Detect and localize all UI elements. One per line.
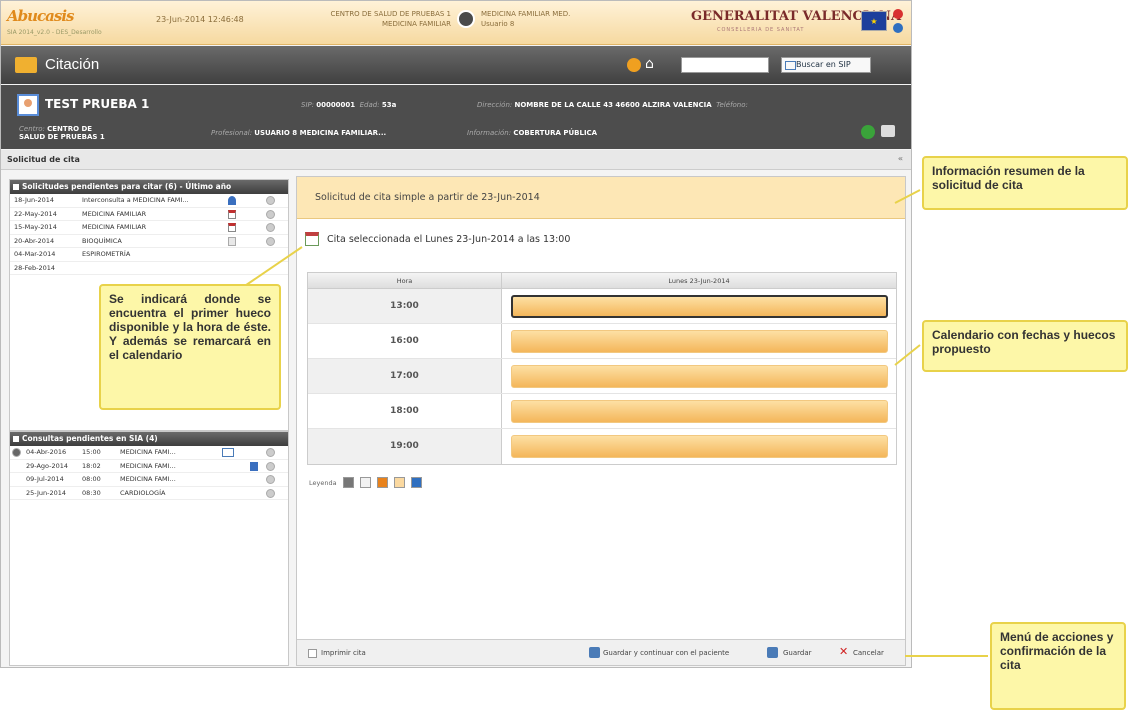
callout-first-slot: Se indicará donde se encuentra el primer… [99, 284, 281, 410]
callout-menu: Menú de acciones y confirmación de la ci… [990, 622, 1126, 710]
callout-summary: Información resumen de la solicitud de c… [922, 156, 1128, 210]
summary-arrow [894, 189, 921, 204]
callout-calendar: Calendario con fechas y huecos propuesto [922, 320, 1128, 372]
calendar-arrow [894, 344, 921, 366]
